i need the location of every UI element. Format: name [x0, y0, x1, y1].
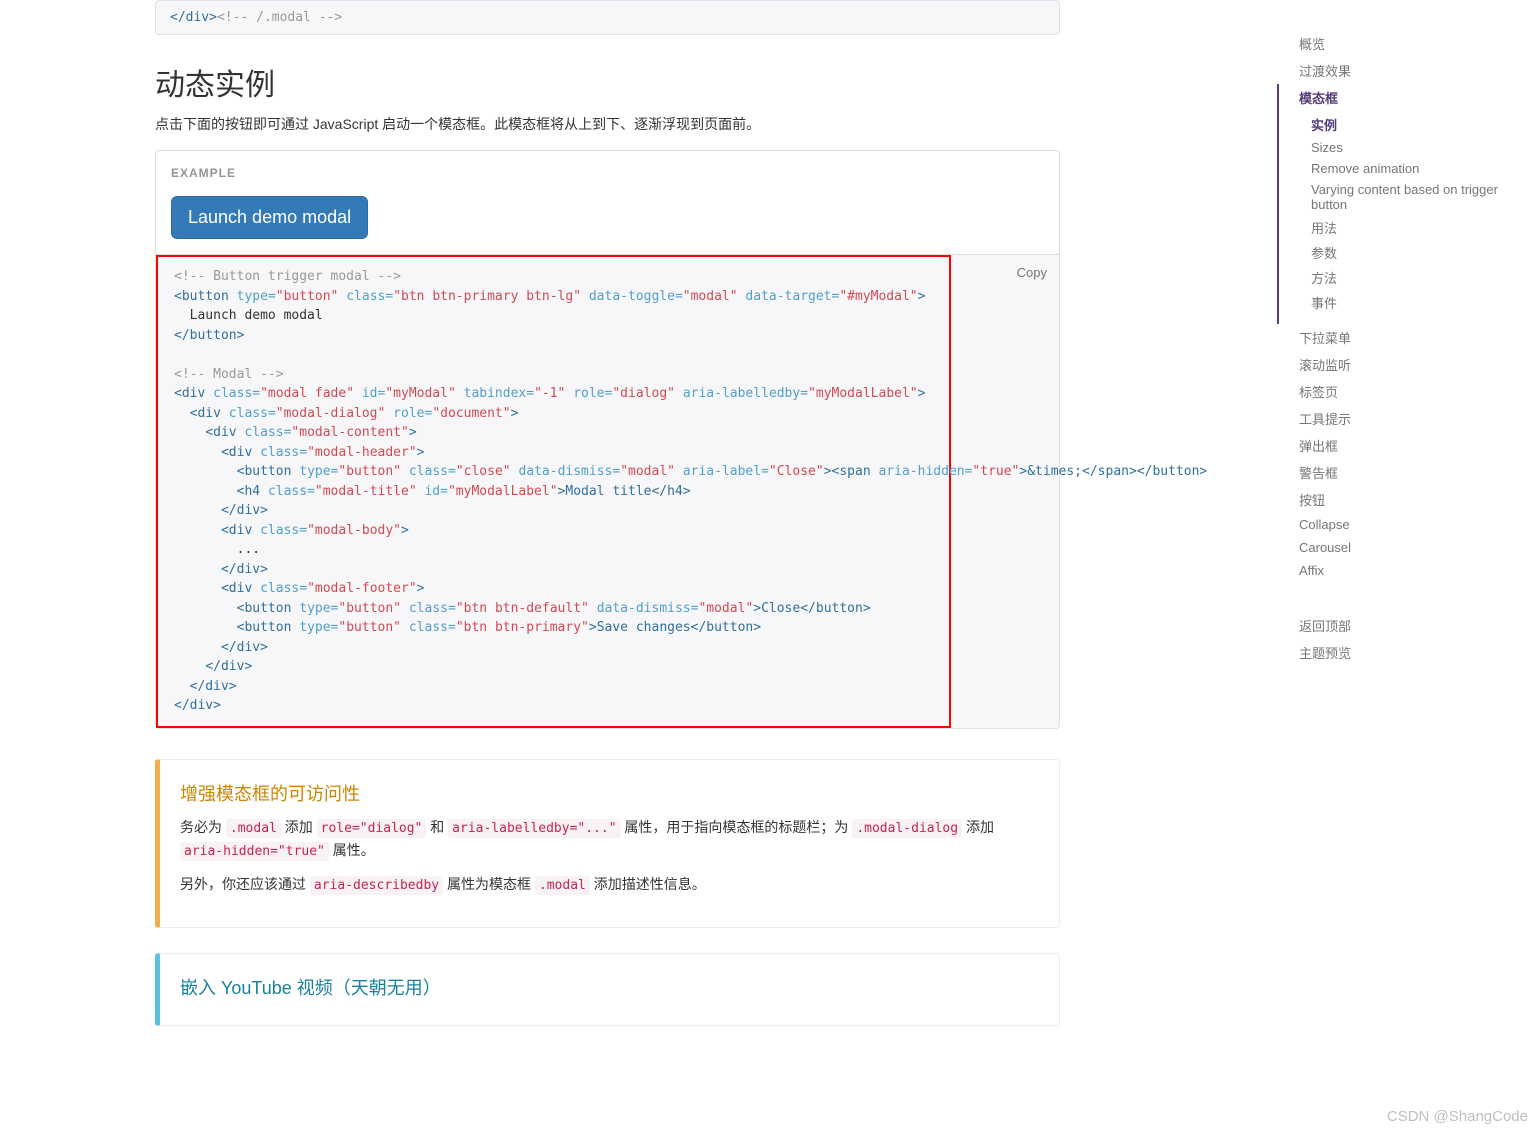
sidebar-link[interactable]: 按钮: [1299, 490, 1534, 509]
callout-accessibility: 增强模态框的可访问性 务必为 .modal 添加 role="dialog" 和…: [155, 759, 1060, 928]
sidebar-subitem: 实例: [1311, 112, 1534, 137]
sidebar-item: 标签页: [1299, 378, 1534, 405]
callout-paragraph-1: 务必为 .modal 添加 role="dialog" 和 aria-label…: [180, 816, 1039, 864]
sidebar-link[interactable]: Affix: [1299, 563, 1534, 578]
closing-div-tag: </div>: [170, 10, 217, 25]
sidebar-item: 按钮: [1299, 486, 1534, 513]
callout-paragraph-2: 另外，你还应该通过 aria-describedby 属性为模态框 .modal…: [180, 873, 1039, 897]
sidebar-item: 工具提示: [1299, 405, 1534, 432]
example-panel: Launch demo modal: [155, 150, 1060, 255]
sidebar-subitem: 参数: [1311, 240, 1534, 265]
sidebar-sublink[interactable]: Varying content based on trigger button: [1311, 182, 1534, 212]
sidebar-link[interactable]: 下拉菜单: [1299, 328, 1534, 347]
back-to-top-link[interactable]: 返回顶部: [1299, 612, 1534, 639]
code-inline: aria-describedby: [310, 876, 443, 895]
section-heading: 动态实例: [155, 60, 1060, 104]
code-inline: .modal: [535, 876, 590, 895]
sidebar-link[interactable]: 过渡效果: [1299, 61, 1534, 80]
code-highlight-area: <!-- Button trigger modal --> <button ty…: [156, 255, 951, 728]
sidebar-item: 警告框: [1299, 459, 1534, 486]
sidebar-sublink[interactable]: 实例: [1311, 115, 1534, 134]
sidebar-sublink[interactable]: 事件: [1311, 293, 1534, 312]
sidebar-item: 过渡效果: [1299, 57, 1534, 84]
code-comment: <!-- /.modal -->: [217, 10, 342, 25]
section-description: 点击下面的按钮即可通过 JavaScript 启动一个模态框。此模态框将从上到下…: [155, 114, 1060, 135]
sidebar-item: Carousel: [1299, 536, 1534, 559]
sidebar-item: 模态框实例 Sizes Remove animation Varying conten…: [1277, 84, 1534, 324]
code-content: <!-- Button trigger modal --> <button ty…: [174, 267, 933, 716]
sidebar-subitem: 方法: [1311, 265, 1534, 290]
sidebar-subitem: Remove animation: [1311, 158, 1534, 179]
code-inline: .modal: [226, 819, 281, 838]
code-fragment-top: </div><!-- /.modal -->: [155, 0, 1060, 35]
watermark: CSDN @ShangCode: [1387, 1108, 1528, 1125]
sidebar-sublink[interactable]: Sizes: [1311, 140, 1534, 155]
sidebar-item: Collapse: [1299, 513, 1534, 536]
callout-title: 嵌入 YouTube 视频（天朝无用）: [180, 974, 1039, 1000]
sidebar-sublink[interactable]: Remove animation: [1311, 161, 1534, 176]
code-inline: role="dialog": [317, 819, 427, 838]
sidebar-link[interactable]: 滚动监听: [1299, 355, 1534, 374]
sidebar-link[interactable]: 弹出框: [1299, 436, 1534, 455]
copy-button[interactable]: Copy: [1017, 265, 1047, 280]
sidebar-sublink[interactable]: 用法: [1311, 218, 1534, 237]
sidebar-item: 滚动监听: [1299, 351, 1534, 378]
callout-title: 增强模态框的可访问性: [180, 780, 1039, 806]
code-block: Copy <!-- Button trigger modal --> <butt…: [155, 255, 1060, 729]
theme-preview-link[interactable]: 主题预览: [1299, 639, 1534, 666]
sidebar-item: Affix: [1299, 559, 1534, 582]
sidebar-link[interactable]: 警告框: [1299, 463, 1534, 482]
sidebar-link[interactable]: Collapse: [1299, 517, 1534, 532]
sidebar-subitem: Sizes: [1311, 137, 1534, 158]
sidebar-link[interactable]: 概览: [1299, 34, 1534, 53]
code-inline: .modal-dialog: [852, 819, 962, 838]
sidebar-link[interactable]: 模态框: [1299, 88, 1534, 107]
sidebar-subitem: 事件: [1311, 290, 1534, 315]
sidebar-sublink[interactable]: 参数: [1311, 243, 1534, 262]
sidebar-item: 下拉菜单: [1299, 324, 1534, 351]
sidebar-nav: 概览过渡效果模态框实例 Sizes Remove animation Varying …: [1279, 30, 1534, 666]
sidebar-subitem: 用法: [1311, 215, 1534, 240]
sidebar-link[interactable]: Carousel: [1299, 540, 1534, 555]
callout-youtube: 嵌入 YouTube 视频（天朝无用）: [155, 953, 1060, 1026]
code-inline: aria-hidden="true": [180, 842, 329, 861]
sidebar-link[interactable]: 工具提示: [1299, 409, 1534, 428]
code-inline: aria-labelledby="...": [448, 819, 620, 838]
sidebar-link[interactable]: 标签页: [1299, 382, 1534, 401]
sidebar-item: 概览: [1299, 30, 1534, 57]
sidebar-sublink[interactable]: 方法: [1311, 268, 1534, 287]
launch-demo-modal-button[interactable]: Launch demo modal: [171, 196, 368, 239]
sidebar-subitem: Varying content based on trigger button: [1311, 179, 1534, 215]
sidebar-item: 弹出框: [1299, 432, 1534, 459]
